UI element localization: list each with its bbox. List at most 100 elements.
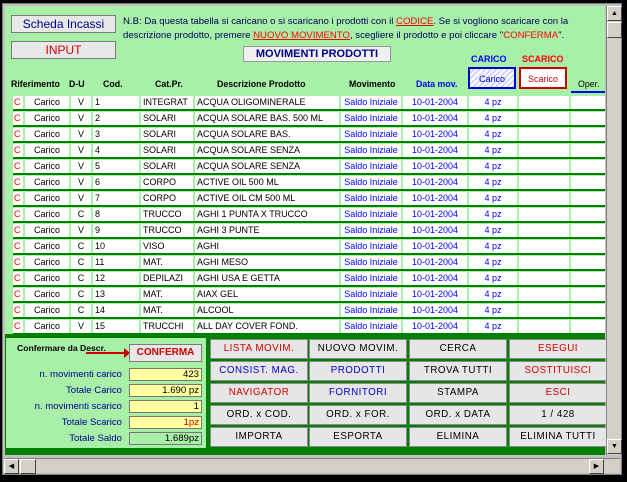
table-row[interactable]: C Carico C 10 VISO AGHI Saldo Iniziale 10-01-20… bbox=[13, 239, 605, 255]
row-riferimento[interactable]: Carico bbox=[25, 288, 69, 301]
row-flag[interactable]: C bbox=[13, 304, 23, 317]
row-datamov[interactable]: 10-01-2004 bbox=[403, 304, 467, 317]
row-catpr[interactable]: TRUCCHI bbox=[141, 320, 193, 333]
input-button[interactable]: INPUT bbox=[11, 41, 116, 59]
row-oper[interactable] bbox=[571, 272, 605, 285]
table-row[interactable]: C Carico V 2 SOLARI ACQUA SOLARE BAS. 500 ML S… bbox=[13, 111, 605, 127]
horizontal-scroll-thumb[interactable] bbox=[20, 459, 36, 474]
row-cod[interactable]: 12 bbox=[93, 272, 139, 285]
row-du[interactable]: C bbox=[71, 240, 91, 253]
row-descrizione[interactable]: AGHI bbox=[195, 240, 339, 253]
row-movimento[interactable]: Saldo Iniziale bbox=[341, 320, 401, 333]
row-scarico[interactable] bbox=[519, 128, 569, 141]
row-flag[interactable]: C bbox=[13, 192, 23, 205]
row-riferimento[interactable]: Carico bbox=[25, 112, 69, 125]
row-datamov[interactable]: 10-01-2004 bbox=[403, 144, 467, 157]
row-du[interactable]: V bbox=[71, 112, 91, 125]
table-row[interactable]: C Carico V 1 INTEGRAT ACQUA OLIGOMINERALE Sald… bbox=[13, 95, 605, 111]
table-row[interactable]: C Carico C 14 MAT. ALCOOL Saldo Iniziale 10-01-… bbox=[13, 303, 605, 319]
row-cod[interactable]: 15 bbox=[93, 320, 139, 333]
esporta-button[interactable]: ESPORTA bbox=[309, 427, 407, 447]
row-riferimento[interactable]: Carico bbox=[25, 240, 69, 253]
row-oper[interactable] bbox=[571, 240, 605, 253]
row-datamov[interactable]: 10-01-2004 bbox=[403, 288, 467, 301]
row-movimento[interactable]: Saldo Iniziale bbox=[341, 240, 401, 253]
elimina-tutti-button[interactable]: ELIMINA TUTTI bbox=[509, 427, 607, 447]
row-movimento[interactable]: Saldo Iniziale bbox=[341, 256, 401, 269]
row-datamov[interactable]: 10-01-2004 bbox=[403, 224, 467, 237]
row-oper[interactable] bbox=[571, 112, 605, 125]
row-carico[interactable]: 4 pz bbox=[469, 272, 517, 285]
vertical-scroll-thumb[interactable] bbox=[607, 22, 622, 38]
row-scarico[interactable] bbox=[519, 320, 569, 333]
row-movimento[interactable]: Saldo Iniziale bbox=[341, 304, 401, 317]
1-428-button[interactable]: 1 / 428 bbox=[509, 405, 607, 425]
row-flag[interactable]: C bbox=[13, 208, 23, 221]
row-scarico[interactable] bbox=[519, 144, 569, 157]
row-cod[interactable]: 4 bbox=[93, 144, 139, 157]
row-riferimento[interactable]: Carico bbox=[25, 192, 69, 205]
row-catpr[interactable]: CORPO bbox=[141, 192, 193, 205]
row-du[interactable]: C bbox=[71, 256, 91, 269]
table-row[interactable]: C Carico V 7 CORPO ACTIVE OIL CM 500 ML Saldo … bbox=[13, 191, 605, 207]
nuovo-movim-button[interactable]: NUOVO MOVIM. bbox=[309, 339, 407, 359]
row-du[interactable]: V bbox=[71, 320, 91, 333]
row-du[interactable]: C bbox=[71, 304, 91, 317]
row-movimento[interactable]: Saldo Iniziale bbox=[341, 112, 401, 125]
row-du[interactable]: V bbox=[71, 224, 91, 237]
scroll-left-icon[interactable]: ◀ bbox=[4, 459, 19, 474]
row-scarico[interactable] bbox=[519, 160, 569, 173]
ord-x-data-button[interactable]: ORD. x DATA bbox=[409, 405, 507, 425]
row-descrizione[interactable]: AGHI USA E GETTA bbox=[195, 272, 339, 285]
row-oper[interactable] bbox=[571, 208, 605, 221]
row-du[interactable]: C bbox=[71, 272, 91, 285]
row-cod[interactable]: 1 bbox=[93, 96, 139, 109]
row-flag[interactable]: C bbox=[13, 224, 23, 237]
row-catpr[interactable]: CORPO bbox=[141, 176, 193, 189]
row-du[interactable]: V bbox=[71, 176, 91, 189]
row-carico[interactable]: 4 pz bbox=[469, 112, 517, 125]
row-flag[interactable]: C bbox=[13, 144, 23, 157]
row-scarico[interactable] bbox=[519, 256, 569, 269]
scroll-down-icon[interactable]: ▼ bbox=[607, 439, 622, 454]
row-carico[interactable]: 4 pz bbox=[469, 304, 517, 317]
fornitori-button[interactable]: FORNITORI bbox=[309, 383, 407, 403]
row-cod[interactable]: 6 bbox=[93, 176, 139, 189]
row-cod[interactable]: 11 bbox=[93, 256, 139, 269]
row-datamov[interactable]: 10-01-2004 bbox=[403, 240, 467, 253]
row-movimento[interactable]: Saldo Iniziale bbox=[341, 96, 401, 109]
row-datamov[interactable]: 10-01-2004 bbox=[403, 208, 467, 221]
row-movimento[interactable]: Saldo Iniziale bbox=[341, 144, 401, 157]
table-row[interactable]: C Carico V 6 CORPO ACTIVE OIL 500 ML Saldo Ini… bbox=[13, 175, 605, 191]
row-scarico[interactable] bbox=[519, 208, 569, 221]
row-carico[interactable]: 4 pz bbox=[469, 160, 517, 173]
row-movimento[interactable]: Saldo Iniziale bbox=[341, 288, 401, 301]
row-flag[interactable]: C bbox=[13, 160, 23, 173]
row-carico[interactable]: 4 pz bbox=[469, 240, 517, 253]
consist-mag-button[interactable]: CONSIST. MAG. bbox=[210, 361, 308, 381]
row-du[interactable]: V bbox=[71, 160, 91, 173]
row-du[interactable]: V bbox=[71, 192, 91, 205]
table-row[interactable]: C Carico V 4 SOLARI ACQUA SOLARE SENZA Saldo I… bbox=[13, 143, 605, 159]
row-catpr[interactable]: TRUCCO bbox=[141, 208, 193, 221]
row-descrizione[interactable]: ACQUA SOLARE BAS. 500 ML bbox=[195, 112, 339, 125]
row-descrizione[interactable]: AGHI 1 PUNTA X TRUCCO bbox=[195, 208, 339, 221]
row-carico[interactable]: 4 pz bbox=[469, 256, 517, 269]
row-catpr[interactable]: DEPILAZI bbox=[141, 272, 193, 285]
row-cod[interactable]: 5 bbox=[93, 160, 139, 173]
row-catpr[interactable]: SOLARI bbox=[141, 112, 193, 125]
row-catpr[interactable]: SOLARI bbox=[141, 144, 193, 157]
row-descrizione[interactable]: AGHI MESO bbox=[195, 256, 339, 269]
row-du[interactable]: V bbox=[71, 96, 91, 109]
row-cod[interactable]: 7 bbox=[93, 192, 139, 205]
row-carico[interactable]: 4 pz bbox=[469, 192, 517, 205]
table-row[interactable]: C Carico C 8 TRUCCO AGHI 1 PUNTA X TRUCCO Sald… bbox=[13, 207, 605, 223]
row-oper[interactable] bbox=[571, 160, 605, 173]
row-du[interactable]: V bbox=[71, 144, 91, 157]
row-descrizione[interactable]: ACTIVE OIL CM 500 ML bbox=[195, 192, 339, 205]
row-catpr[interactable]: SOLARI bbox=[141, 128, 193, 141]
row-flag[interactable]: C bbox=[13, 320, 23, 333]
row-carico[interactable]: 4 pz bbox=[469, 96, 517, 109]
row-du[interactable]: C bbox=[71, 288, 91, 301]
row-carico[interactable]: 4 pz bbox=[469, 208, 517, 221]
